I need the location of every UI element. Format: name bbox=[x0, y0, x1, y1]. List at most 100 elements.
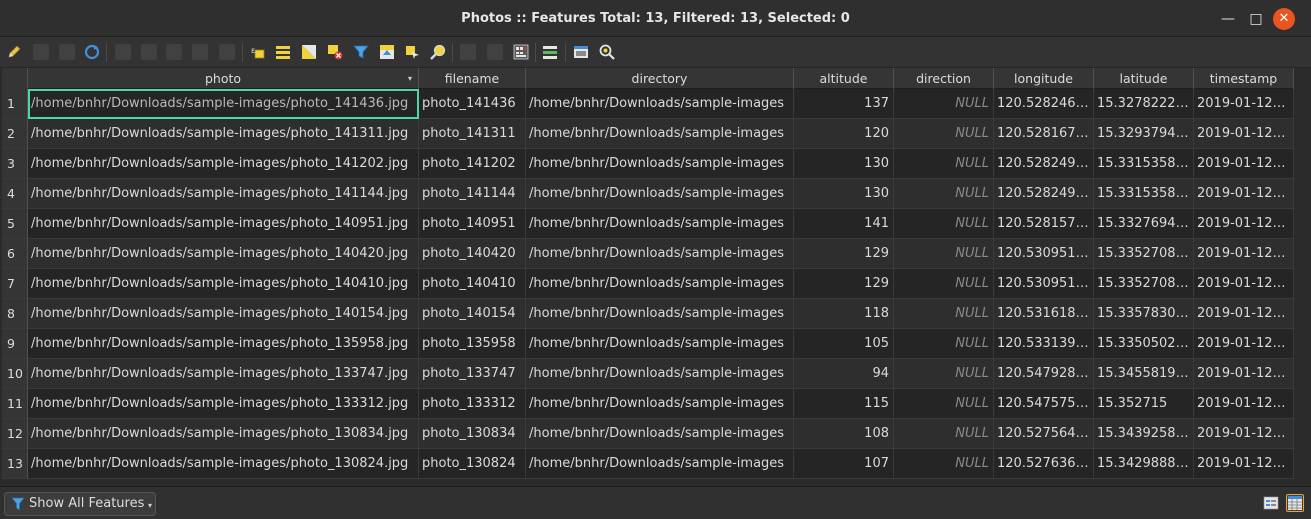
cell-directory[interactable]: /home/bnhr/Downloads/sample-images bbox=[526, 389, 794, 419]
row-number[interactable]: 11 bbox=[2, 389, 28, 419]
cell-direction[interactable]: NULL bbox=[894, 419, 994, 449]
vertical-scrollbar[interactable] bbox=[1294, 68, 1311, 482]
cell-directory[interactable]: /home/bnhr/Downloads/sample-images bbox=[526, 209, 794, 239]
cell-altitude[interactable]: 137 bbox=[794, 89, 894, 119]
cell-photo[interactable]: /home/bnhr/Downloads/sample-images/photo… bbox=[28, 419, 419, 449]
field-calculator-icon[interactable] bbox=[513, 44, 529, 60]
cell-filename[interactable]: photo_141144 bbox=[419, 179, 526, 209]
minimize-icon[interactable]: — bbox=[1217, 8, 1239, 30]
cell-filename[interactable]: photo_140154 bbox=[419, 299, 526, 329]
cell-directory[interactable]: /home/bnhr/Downloads/sample-images bbox=[526, 359, 794, 389]
cell-direction[interactable]: NULL bbox=[894, 329, 994, 359]
row-number[interactable]: 3 bbox=[2, 149, 28, 179]
cell-latitude[interactable]: 15.3293794… bbox=[1094, 119, 1194, 149]
cell-longitude[interactable]: 120.547575… bbox=[994, 389, 1094, 419]
cell-latitude[interactable]: 15.352715 bbox=[1094, 389, 1194, 419]
cell-direction[interactable]: NULL bbox=[894, 359, 994, 389]
cell-altitude[interactable]: 129 bbox=[794, 239, 894, 269]
cell-directory[interactable]: /home/bnhr/Downloads/sample-images bbox=[526, 89, 794, 119]
select-all-icon[interactable] bbox=[275, 44, 291, 60]
cell-direction[interactable]: NULL bbox=[894, 389, 994, 419]
cell-latitude[interactable]: 15.3350502… bbox=[1094, 329, 1194, 359]
cell-photo[interactable]: /home/bnhr/Downloads/sample-images/photo… bbox=[28, 389, 419, 419]
cell-longitude[interactable]: 120.528157… bbox=[994, 209, 1094, 239]
cell-photo[interactable]: /home/bnhr/Downloads/sample-images/photo… bbox=[28, 209, 419, 239]
cell-altitude[interactable]: 115 bbox=[794, 389, 894, 419]
show-features-filter-button[interactable]: Show All Features ▾ bbox=[4, 492, 156, 516]
table-row[interactable]: 12/home/bnhr/Downloads/sample-images/pho… bbox=[2, 419, 1294, 449]
cell-photo[interactable]: /home/bnhr/Downloads/sample-images/photo… bbox=[28, 359, 419, 389]
cell-altitude[interactable]: 129 bbox=[794, 269, 894, 299]
copy-icon[interactable] bbox=[192, 44, 208, 60]
close-icon[interactable]: ✕ bbox=[1273, 8, 1295, 30]
column-header-latitude[interactable]: latitude bbox=[1094, 68, 1194, 89]
cell-timestamp[interactable]: 2019-01-12… bbox=[1194, 389, 1294, 419]
expression-select-icon[interactable]: ε bbox=[250, 44, 266, 60]
cell-filename[interactable]: photo_130824 bbox=[419, 449, 526, 479]
save-edits-icon[interactable] bbox=[59, 44, 75, 60]
table-row[interactable]: 8/home/bnhr/Downloads/sample-images/phot… bbox=[2, 299, 1294, 329]
cell-timestamp[interactable]: 2019-01-12… bbox=[1194, 269, 1294, 299]
cell-altitude[interactable]: 120 bbox=[794, 119, 894, 149]
cell-altitude[interactable]: 107 bbox=[794, 449, 894, 479]
row-number[interactable]: 4 bbox=[2, 179, 28, 209]
cell-filename[interactable]: photo_140951 bbox=[419, 209, 526, 239]
cell-photo[interactable]: /home/bnhr/Downloads/sample-images/photo… bbox=[28, 119, 419, 149]
cell-directory[interactable]: /home/bnhr/Downloads/sample-images bbox=[526, 419, 794, 449]
cell-latitude[interactable]: 15.3352708… bbox=[1094, 269, 1194, 299]
cell-directory[interactable]: /home/bnhr/Downloads/sample-images bbox=[526, 119, 794, 149]
table-corner[interactable] bbox=[2, 68, 28, 89]
column-header-direction[interactable]: direction bbox=[894, 68, 994, 89]
cell-direction[interactable]: NULL bbox=[894, 179, 994, 209]
move-selection-top-icon[interactable] bbox=[379, 44, 395, 60]
cell-direction[interactable]: NULL bbox=[894, 149, 994, 179]
table-row[interactable]: 2/home/bnhr/Downloads/sample-images/phot… bbox=[2, 119, 1294, 149]
table-row[interactable]: 9/home/bnhr/Downloads/sample-images/phot… bbox=[2, 329, 1294, 359]
cell-filename[interactable]: photo_141311 bbox=[419, 119, 526, 149]
cell-directory[interactable]: /home/bnhr/Downloads/sample-images bbox=[526, 449, 794, 479]
table-row[interactable]: 7/home/bnhr/Downloads/sample-images/phot… bbox=[2, 269, 1294, 299]
cell-timestamp[interactable]: 2019-01-12… bbox=[1194, 359, 1294, 389]
cell-latitude[interactable]: 15.3357830… bbox=[1094, 299, 1194, 329]
row-number[interactable]: 1 bbox=[2, 89, 28, 119]
cell-photo[interactable]: /home/bnhr/Downloads/sample-images/photo… bbox=[28, 179, 419, 209]
row-number[interactable]: 10 bbox=[2, 359, 28, 389]
cell-timestamp[interactable]: 2019-01-12… bbox=[1194, 179, 1294, 209]
cell-photo[interactable]: /home/bnhr/Downloads/sample-images/photo… bbox=[28, 89, 419, 119]
cell-directory[interactable]: /home/bnhr/Downloads/sample-images bbox=[526, 299, 794, 329]
cell-filename[interactable]: photo_140410 bbox=[419, 269, 526, 299]
pan-to-selected-icon[interactable] bbox=[404, 44, 420, 60]
cell-altitude[interactable]: 94 bbox=[794, 359, 894, 389]
cell-latitude[interactable]: 15.3315358… bbox=[1094, 149, 1194, 179]
invert-selection-icon[interactable] bbox=[301, 44, 317, 60]
table-row[interactable]: 6/home/bnhr/Downloads/sample-images/phot… bbox=[2, 239, 1294, 269]
cell-photo[interactable]: /home/bnhr/Downloads/sample-images/photo… bbox=[28, 239, 419, 269]
cell-latitude[interactable]: 15.3429888… bbox=[1094, 449, 1194, 479]
cell-filename[interactable]: photo_133747 bbox=[419, 359, 526, 389]
table-row[interactable]: 13/home/bnhr/Downloads/sample-images/pho… bbox=[2, 449, 1294, 479]
actions-icon[interactable] bbox=[599, 44, 615, 60]
cell-direction[interactable]: NULL bbox=[894, 239, 994, 269]
cell-photo[interactable]: /home/bnhr/Downloads/sample-images/photo… bbox=[28, 299, 419, 329]
cell-timestamp[interactable]: 2019-01-12… bbox=[1194, 149, 1294, 179]
cell-longitude[interactable]: 120.533139… bbox=[994, 329, 1094, 359]
cell-filename[interactable]: photo_130834 bbox=[419, 419, 526, 449]
cell-photo[interactable]: /home/bnhr/Downloads/sample-images/photo… bbox=[28, 149, 419, 179]
table-row[interactable]: 4/home/bnhr/Downloads/sample-images/phot… bbox=[2, 179, 1294, 209]
dock-icon[interactable] bbox=[573, 44, 589, 60]
row-number[interactable]: 7 bbox=[2, 269, 28, 299]
deselect-all-icon[interactable] bbox=[327, 44, 343, 60]
column-header-timestamp[interactable]: timestamp bbox=[1194, 68, 1294, 89]
cell-filename[interactable]: photo_141436 bbox=[419, 89, 526, 119]
cut-icon[interactable] bbox=[166, 44, 182, 60]
cell-altitude[interactable]: 141 bbox=[794, 209, 894, 239]
cell-timestamp[interactable]: 2019-01-12… bbox=[1194, 239, 1294, 269]
cell-latitude[interactable]: 15.3352708… bbox=[1094, 239, 1194, 269]
cell-timestamp[interactable]: 2019-01-12… bbox=[1194, 119, 1294, 149]
cell-timestamp[interactable]: 2019-01-12… bbox=[1194, 299, 1294, 329]
cell-photo[interactable]: /home/bnhr/Downloads/sample-images/photo… bbox=[28, 449, 419, 479]
multi-edit-icon[interactable] bbox=[33, 44, 49, 60]
add-feature-icon[interactable] bbox=[115, 44, 131, 60]
cell-timestamp[interactable]: 2019-01-12… bbox=[1194, 209, 1294, 239]
column-header-filename[interactable]: filename bbox=[419, 68, 526, 89]
